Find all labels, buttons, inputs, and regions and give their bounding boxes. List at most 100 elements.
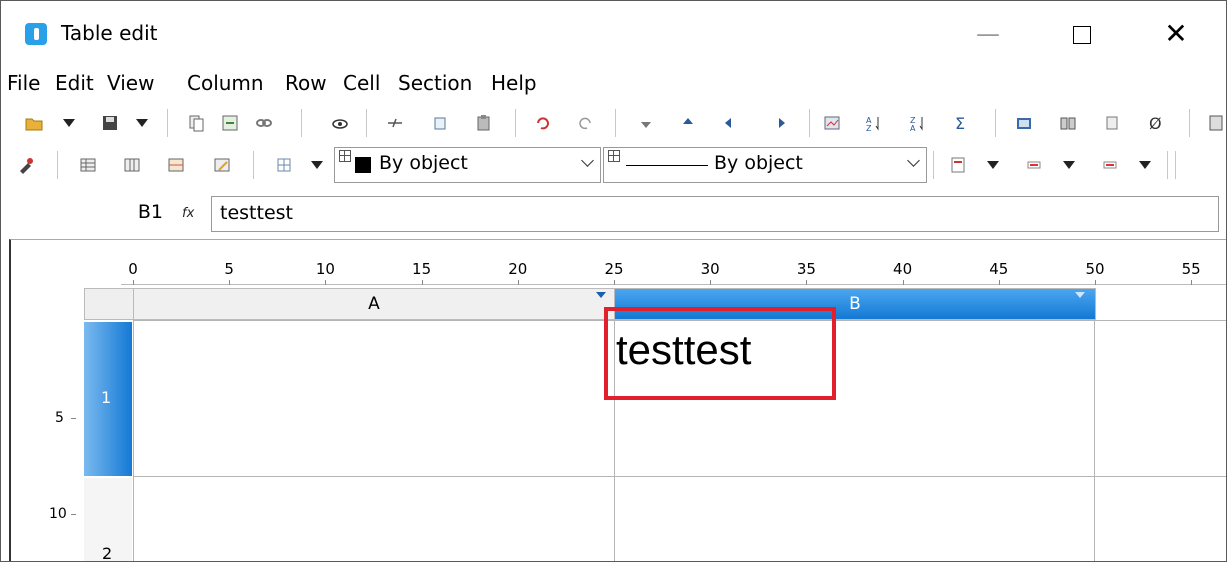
row-header-1[interactable]: 1 [84, 322, 132, 476]
ruler-tick [71, 418, 76, 419]
line-color-dropdown[interactable] [1139, 161, 1151, 169]
border-style-value: By object [379, 152, 468, 174]
separator [1167, 151, 1168, 179]
cell-reference[interactable]: B1 [1, 194, 163, 234]
ruler-tick [806, 280, 808, 285]
fill-color-dropdown[interactable] [1063, 161, 1075, 169]
column-a-menu-icon[interactable] [596, 292, 606, 298]
formula-input[interactable]: testtest [211, 196, 1219, 232]
sheet-area[interactable]: A B 1 2 5 10 testtest 0 5 10 15 20 25 30 35 40 45… [9, 239, 1226, 562]
preview-eye-icon[interactable] [331, 114, 349, 132]
ruler-tick [998, 280, 1000, 285]
svg-text:Ø: Ø [1149, 114, 1162, 132]
arrow-down-icon[interactable] [637, 114, 655, 132]
separator [167, 109, 168, 137]
ruler-tick [325, 280, 327, 285]
table-merge-icon[interactable] [167, 156, 185, 174]
chevron-down-icon [907, 154, 920, 167]
minimize-button[interactable]: — [965, 15, 1011, 53]
ruler-tick [1191, 280, 1193, 285]
svg-text:Z: Z [866, 124, 872, 132]
save-icon[interactable] [101, 114, 119, 132]
copy-icon[interactable] [431, 114, 449, 132]
borders-dropdown[interactable] [311, 161, 323, 169]
table-columns-icon[interactable] [123, 156, 141, 174]
ruler-label: 50 [1085, 260, 1105, 278]
arrow-right-icon[interactable] [771, 114, 789, 132]
paste-icon[interactable] [475, 114, 493, 132]
function-icon[interactable]: fx [182, 206, 194, 221]
close-button[interactable]: ✕ [1153, 15, 1199, 53]
table-edit-icon[interactable] [213, 156, 231, 174]
grid-line [1094, 320, 1095, 561]
main-toolbar: AZ ZA Σ Ø [1, 105, 1226, 141]
maximize-button[interactable] [1059, 15, 1105, 53]
arrow-left-icon[interactable] [721, 114, 739, 132]
menu-row[interactable]: Row [285, 71, 327, 95]
menu-view[interactable]: View [107, 71, 154, 95]
highlight-box [604, 307, 836, 400]
ruler-tick [133, 280, 134, 285]
ruler-label: 25 [604, 260, 624, 278]
sort-ascending-icon[interactable]: AZ [865, 114, 883, 132]
text-format-icon[interactable] [949, 156, 967, 174]
grid-line [133, 320, 134, 561]
format-brush-icon[interactable] [17, 156, 35, 174]
empty-set-icon[interactable]: Ø [1147, 114, 1165, 132]
copy-doc-icon[interactable] [187, 114, 205, 132]
menu-file[interactable]: File [7, 71, 40, 95]
grid-icon [608, 150, 620, 162]
fill-color-icon[interactable] [1025, 156, 1043, 174]
open-dropdown[interactable] [63, 119, 75, 127]
ruler-baseline [121, 284, 1226, 285]
ruler-tick [1095, 280, 1096, 285]
line-sample [626, 165, 708, 166]
ruler-tick [517, 280, 519, 285]
ruler-label: 30 [700, 260, 720, 278]
chart-icon[interactable] [823, 114, 841, 132]
properties-icon[interactable] [1103, 114, 1121, 132]
menu-column[interactable]: Column [187, 71, 264, 95]
menu-section[interactable]: Section [398, 71, 472, 95]
export-icon[interactable] [221, 114, 239, 132]
ruler-tick [614, 280, 615, 285]
calculator-icon[interactable] [1207, 114, 1225, 132]
cut-icon[interactable] [386, 114, 404, 132]
book-icon[interactable] [1059, 114, 1077, 132]
menu-cell[interactable]: Cell [343, 71, 380, 95]
link-icon[interactable] [255, 114, 273, 132]
separator [301, 109, 302, 137]
select-all-corner[interactable] [84, 288, 134, 320]
separator [515, 109, 516, 137]
ruler-tick [229, 280, 231, 285]
row-label: 2 [102, 544, 113, 562]
table-insert-icon[interactable] [79, 156, 97, 174]
svg-text:A: A [910, 124, 916, 132]
sum-icon[interactable]: Σ [953, 114, 971, 132]
svg-text:Σ: Σ [955, 114, 965, 132]
border-style-select[interactable]: By object [334, 147, 601, 183]
menu-help[interactable]: Help [491, 71, 537, 95]
title-bar: Table edit — ✕ [1, 1, 1226, 65]
column-header-a[interactable]: A [133, 288, 615, 320]
ruler-label: 55 [1181, 260, 1201, 278]
menu-edit[interactable]: Edit [55, 71, 94, 95]
redo-icon[interactable] [577, 114, 595, 132]
format-toolbar: By object By object [1, 147, 1226, 183]
save-dropdown[interactable] [136, 119, 148, 127]
chevron-down-icon [581, 154, 594, 167]
separator [1175, 151, 1176, 179]
image-icon[interactable] [1015, 114, 1033, 132]
line-color-icon[interactable] [1101, 156, 1119, 174]
undo-icon[interactable] [533, 114, 551, 132]
column-b-menu-icon[interactable] [1075, 292, 1085, 298]
app-window: Table edit — ✕ File Edit View Column Row… [0, 0, 1227, 562]
arrow-up-icon[interactable] [679, 114, 697, 132]
open-folder-icon[interactable] [25, 114, 43, 132]
sort-descending-icon[interactable]: ZA [909, 114, 927, 132]
row-header-2[interactable]: 2 [84, 478, 132, 562]
text-format-dropdown[interactable] [987, 161, 999, 169]
line-style-select[interactable]: By object [603, 147, 927, 183]
borders-icon[interactable] [275, 156, 293, 174]
ruler-label: 45 [989, 260, 1009, 278]
